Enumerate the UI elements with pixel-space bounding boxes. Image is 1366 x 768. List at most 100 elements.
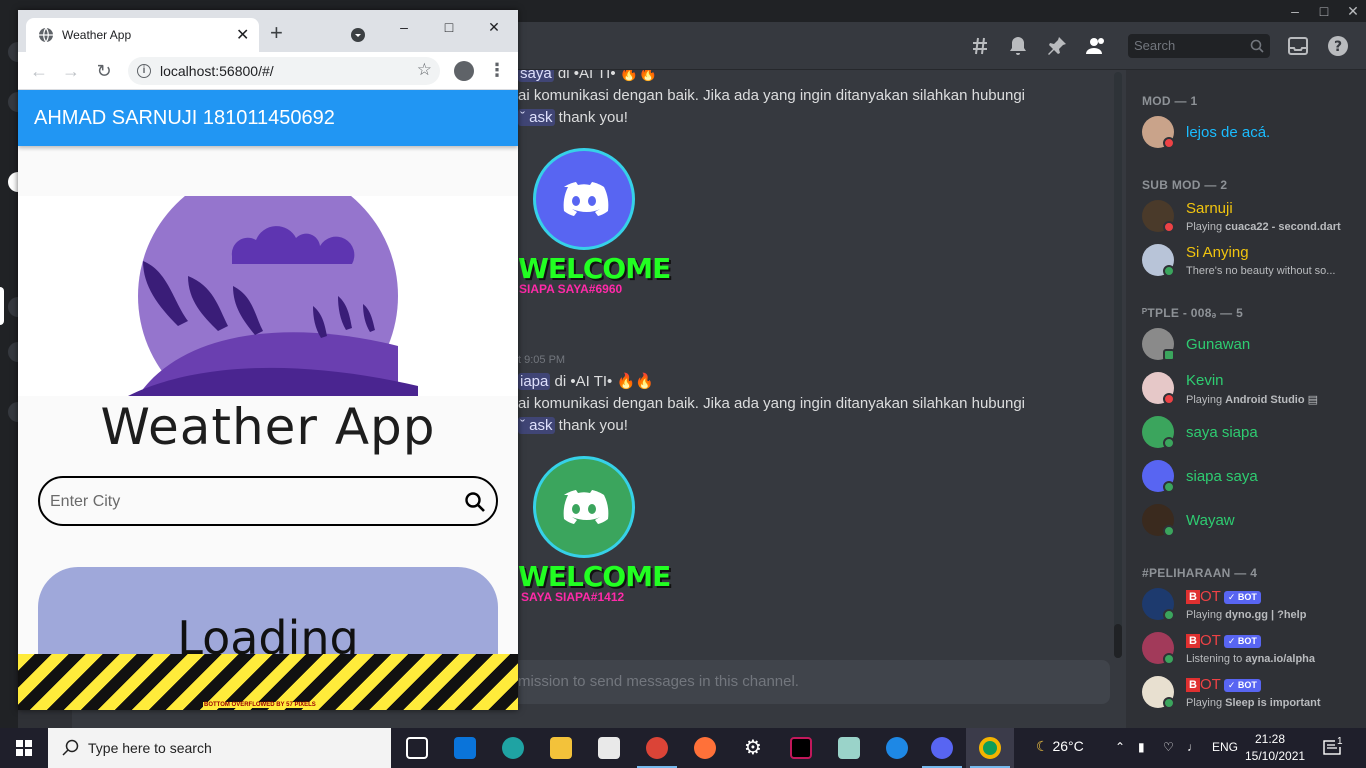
scrollbar-thumb[interactable] bbox=[1114, 624, 1122, 658]
close-tab-icon[interactable]: ✕ bbox=[236, 25, 249, 45]
taskbar-app-store[interactable] bbox=[585, 728, 633, 768]
member-activity: Playing Sleep is important bbox=[1186, 697, 1321, 709]
taskbar-app-firefox[interactable] bbox=[681, 728, 729, 768]
welcome-image[interactable]: WELCOME SIAPA SAYA#6960 bbox=[518, 148, 671, 298]
volume-icon[interactable]: ♩ bbox=[1187, 740, 1199, 754]
member-item[interactable]: Gunawan bbox=[1142, 328, 1362, 368]
taskbar-app-chrome[interactable] bbox=[633, 728, 681, 768]
member-item[interactable]: Sarnuji Playing cuaca22 - second.dart bbox=[1142, 200, 1362, 240]
member-item[interactable]: Kevin Playing Android Studio ▤ bbox=[1142, 372, 1362, 412]
app-bar: AHMAD SARNUJI 181011450692 bbox=[18, 90, 518, 146]
member-item[interactable]: siapa saya bbox=[1142, 460, 1362, 500]
member-name: lejos de acá. bbox=[1186, 124, 1271, 141]
firefox-icon bbox=[694, 737, 716, 759]
maximize-button[interactable]: □ bbox=[1309, 0, 1339, 22]
moon-cloud-icon: ☾ bbox=[1036, 738, 1049, 754]
task-view-button[interactable] bbox=[393, 728, 441, 768]
member-item[interactable]: B OT ✓ BOT Playing dyno.gg | ?help bbox=[1142, 588, 1362, 628]
taskbar-app-discord[interactable] bbox=[918, 728, 966, 768]
taskbar-app-mail[interactable] bbox=[441, 728, 489, 768]
battery-icon[interactable]: ▮ bbox=[1138, 740, 1145, 754]
member-item[interactable]: Wayaw bbox=[1142, 504, 1362, 544]
user-mention[interactable]: saya bbox=[518, 70, 554, 82]
taskbar-app-intellij[interactable] bbox=[777, 728, 825, 768]
tab-weather-app[interactable]: Weather App ✕ bbox=[26, 18, 259, 52]
close-button[interactable]: ✕ bbox=[1338, 0, 1366, 22]
folder-icon bbox=[550, 737, 572, 759]
reload-icon[interactable]: ↻ bbox=[93, 60, 115, 82]
taskbar-search[interactable]: Type here to search bbox=[48, 728, 391, 768]
user-mention[interactable]: iapa bbox=[518, 373, 551, 390]
welcome-title: WELCOME bbox=[518, 560, 671, 593]
maximize-button[interactable]: □ bbox=[427, 14, 471, 40]
taskbar-app-browser[interactable] bbox=[873, 728, 921, 768]
channel-mention[interactable]: ˇ ask bbox=[518, 417, 555, 434]
language-indicator[interactable]: ENG bbox=[1212, 740, 1238, 754]
chevron-up-icon[interactable]: ⌃ bbox=[1115, 740, 1125, 754]
globe-icon bbox=[886, 737, 908, 759]
taskbar-app-android-studio[interactable] bbox=[825, 728, 873, 768]
member-item[interactable]: saya siapa bbox=[1142, 416, 1362, 456]
start-button[interactable] bbox=[0, 728, 48, 768]
new-tab-button[interactable]: + bbox=[270, 20, 283, 46]
chrome-icon bbox=[979, 737, 1001, 759]
minimize-button[interactable]: – bbox=[382, 14, 426, 40]
member-activity: Playing Android Studio ▤ bbox=[1186, 394, 1319, 406]
intellij-icon bbox=[790, 737, 812, 759]
city-input[interactable] bbox=[50, 488, 450, 516]
profile-icon[interactable] bbox=[454, 61, 474, 81]
taskbar-app-edge[interactable] bbox=[489, 728, 537, 768]
taskbar-app-explorer[interactable] bbox=[537, 728, 585, 768]
help-icon[interactable]: ? bbox=[1326, 34, 1350, 58]
clock[interactable]: 21:28 15/10/2021 bbox=[1245, 731, 1306, 765]
close-button[interactable]: ✕ bbox=[472, 14, 516, 40]
status-online-icon bbox=[1163, 525, 1175, 537]
message-line: ˇ ask thank you! bbox=[518, 417, 628, 434]
address-bar[interactable]: i localhost:56800/#/ ☆ bbox=[128, 57, 440, 85]
taskbar-app-chrome-active[interactable] bbox=[966, 728, 1014, 768]
bell-icon[interactable] bbox=[1006, 34, 1030, 58]
message-text: ai komunikasi dengan baik. Jika ada yang… bbox=[518, 395, 1026, 412]
windows-logo-icon bbox=[16, 740, 32, 756]
member-name: B OT ✓ BOT bbox=[1186, 632, 1261, 649]
message-line: saya di •AI TI• 🔥🔥 bbox=[518, 70, 657, 82]
bookmark-star-icon[interactable]: ☆ bbox=[417, 60, 432, 80]
minimize-button[interactable]: – bbox=[1280, 0, 1310, 22]
notification-center-button[interactable]: 1 bbox=[1322, 736, 1345, 758]
member-list-icon[interactable] bbox=[1084, 34, 1108, 58]
weather-widget[interactable]: ☾ 26°C bbox=[1036, 738, 1084, 755]
status-online-icon bbox=[1163, 437, 1175, 449]
message-scrollbar[interactable] bbox=[1114, 72, 1122, 658]
welcome-title: WELCOME bbox=[518, 252, 671, 285]
clock-date: 15/10/2021 bbox=[1245, 749, 1306, 763]
search-input[interactable]: Search bbox=[1128, 34, 1270, 58]
channel-mention[interactable]: ˇ ask bbox=[518, 109, 555, 126]
back-icon[interactable]: ← bbox=[28, 60, 50, 82]
wifi-icon[interactable]: ♡ bbox=[1163, 740, 1174, 754]
taskbar-app-settings[interactable]: ⚙ bbox=[729, 728, 777, 768]
forward-icon[interactable]: → bbox=[60, 60, 82, 82]
city-search-field[interactable] bbox=[38, 476, 498, 526]
welcome-image[interactable]: WELCOME SAYA SIAPA#1412 bbox=[518, 456, 671, 606]
inbox-icon[interactable] bbox=[1286, 34, 1310, 58]
menu-kebab-icon[interactable]: ⋮ bbox=[488, 60, 506, 81]
tab-search-button[interactable] bbox=[351, 28, 365, 42]
message-input[interactable]: mission to send messages in this channel… bbox=[518, 660, 1110, 704]
status-online-icon bbox=[1163, 481, 1175, 493]
member-item[interactable]: B OT ✓ BOT Listening to ayna.io/alpha bbox=[1142, 632, 1362, 672]
member-item[interactable]: B OT ✓ BOT Playing Sleep is important bbox=[1142, 676, 1362, 716]
member-item[interactable]: lejos de acá. bbox=[1142, 116, 1362, 156]
member-name: Sarnuji bbox=[1186, 200, 1233, 217]
threads-icon[interactable] bbox=[968, 34, 992, 58]
pin-icon[interactable] bbox=[1045, 34, 1069, 58]
member-item[interactable]: Si Anying There's no beauty without so..… bbox=[1142, 244, 1362, 284]
info-icon[interactable]: i bbox=[137, 64, 151, 78]
message-text: ai komunikasi dengan baik. Jika ada yang… bbox=[518, 87, 1026, 104]
member-name: Gunawan bbox=[1186, 336, 1251, 353]
member-name: B OT ✓ BOT bbox=[1186, 588, 1261, 605]
chrome-window: Weather App ✕ + – □ ✕ ← → ↻ i localhost:… bbox=[18, 10, 518, 710]
discord-icon bbox=[931, 737, 953, 759]
member-category: ᴾTPLE - 008ₔ — 5 bbox=[1142, 306, 1244, 320]
member-category: #PELIHARAAN — 4 bbox=[1142, 566, 1258, 580]
search-icon[interactable] bbox=[464, 491, 486, 513]
